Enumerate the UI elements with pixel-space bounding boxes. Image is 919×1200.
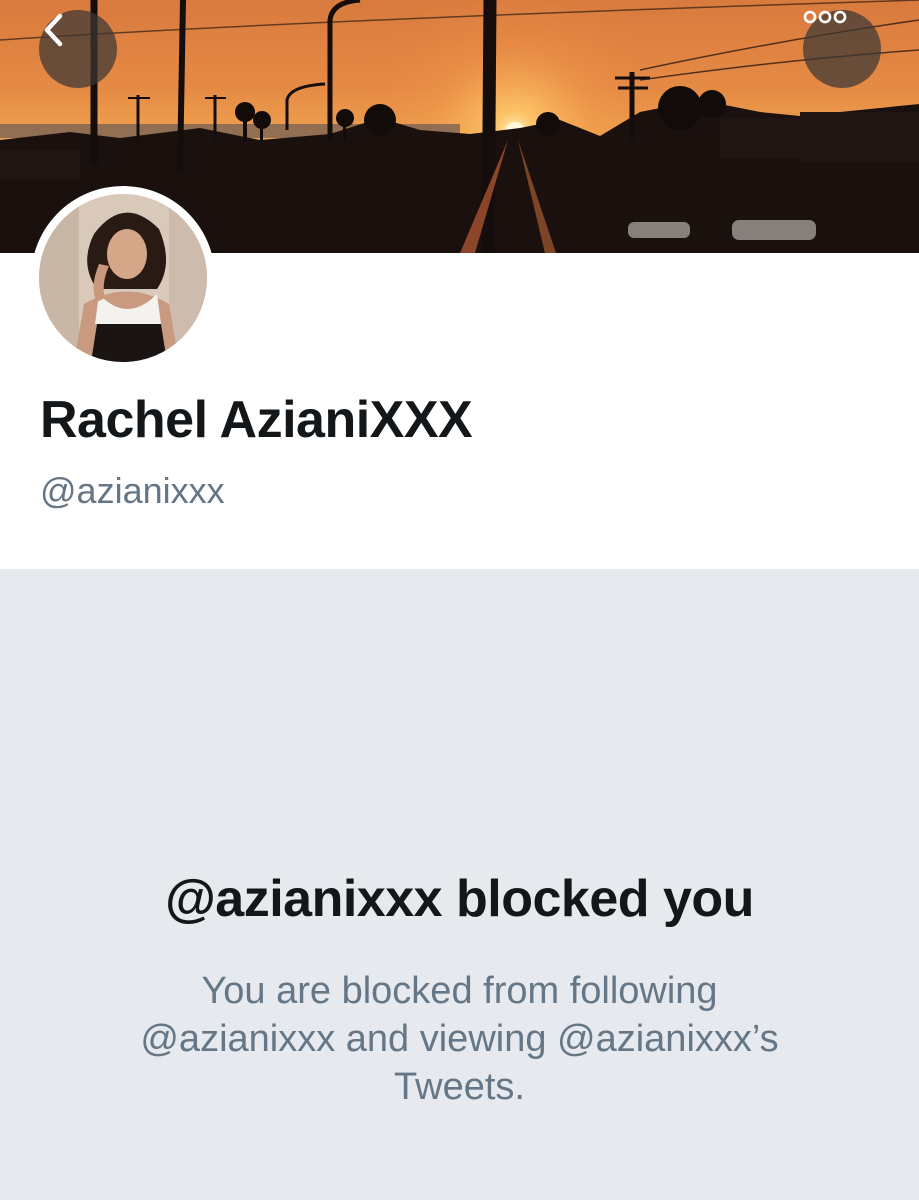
- avatar[interactable]: [31, 186, 215, 370]
- blocked-notice: @azianixxx blocked you You are blocked f…: [0, 569, 919, 1200]
- blocked-title: @azianixxx blocked you: [165, 870, 754, 928]
- profile-display-name: Rachel AzianiXXX: [40, 391, 473, 449]
- profile-screen: Rachel AzianiXXX @azianixxx @azianixxx b…: [0, 0, 919, 1200]
- profile-handle: @azianixxx: [40, 470, 225, 511]
- avatar-image: [39, 194, 207, 362]
- blocked-description-line: @azianixxx and viewing @azianixxx’s: [140, 1018, 779, 1060]
- chevron-left-icon: [44, 13, 63, 47]
- blocked-description-line: You are blocked from following: [201, 970, 718, 1012]
- blocked-description-line: Tweets.: [394, 1066, 525, 1108]
- back-button[interactable]: [39, 10, 117, 88]
- more-options-button[interactable]: [803, 10, 881, 88]
- blocked-description: You are blocked from following @azianixx…: [90, 967, 829, 1111]
- ellipsis-icon: [803, 10, 847, 24]
